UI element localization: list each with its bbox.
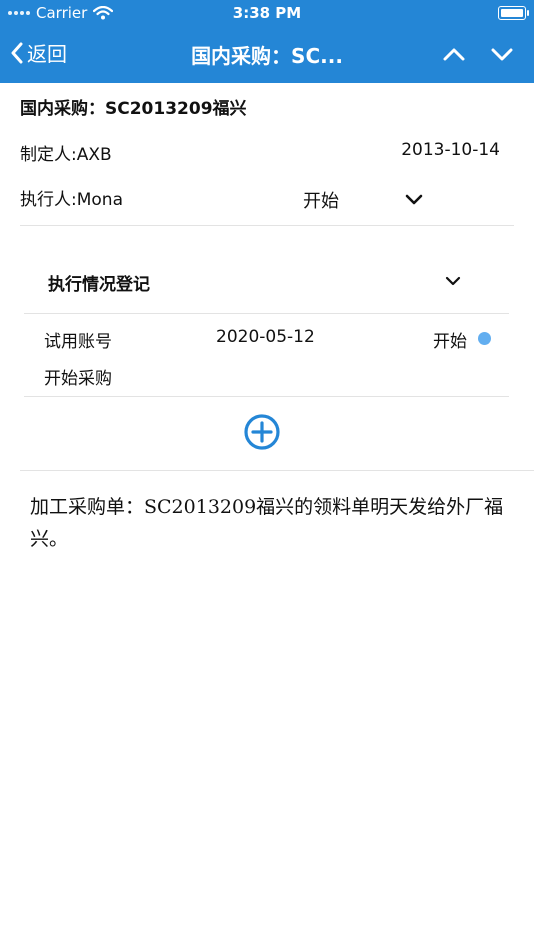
divider — [20, 470, 534, 471]
previous-button[interactable] — [440, 40, 468, 68]
executor-label: 执行人:Mona — [20, 190, 123, 210]
status-dot — [478, 332, 491, 345]
document-title: 国内采购：SC2013209福兴 — [20, 99, 247, 119]
divider — [24, 313, 509, 314]
entry-status: 开始 — [433, 332, 467, 352]
chevron-down-icon — [405, 194, 423, 205]
maker-label: 制定人:AXB — [20, 145, 112, 165]
status-dropdown-button[interactable] — [403, 188, 425, 214]
next-button[interactable] — [488, 40, 516, 68]
status-bar: Carrier 3:38 PM — [0, 0, 534, 26]
divider — [20, 225, 514, 226]
plus-circle-icon — [244, 414, 280, 450]
add-entry-button[interactable] — [243, 413, 281, 451]
header-bar: Carrier 3:38 PM 返回 国内采购：SC... — [0, 0, 534, 83]
document-date: 2013-10-14 — [401, 140, 500, 160]
status-time: 3:38 PM — [232, 4, 302, 22]
section-title: 执行情况登记 — [48, 275, 150, 295]
nav-bar: 返回 国内采购：SC... — [0, 28, 534, 78]
remark-text: 加工采购单：SC2013209福兴的领料单明天发给外厂福兴。 — [30, 496, 504, 550]
chevron-up-icon — [443, 48, 465, 61]
status-select[interactable]: 开始 — [303, 187, 339, 213]
chevron-down-icon — [491, 48, 513, 61]
entry-date: 2020-05-12 — [216, 327, 315, 347]
entry-note: 开始采购 — [44, 369, 112, 389]
section-toggle-button[interactable] — [444, 272, 462, 294]
entry-account: 试用账号 — [44, 332, 112, 352]
divider — [24, 396, 509, 397]
chevron-down-icon — [445, 276, 461, 286]
battery-icon — [498, 6, 529, 20]
